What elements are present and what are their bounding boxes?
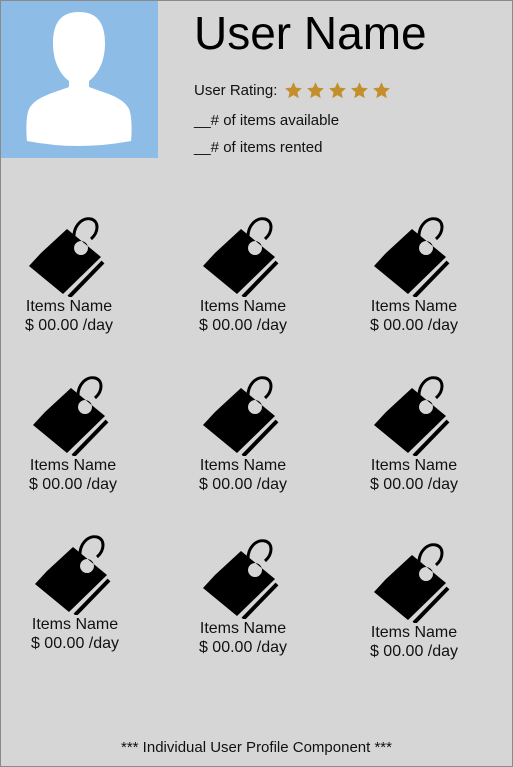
price-tag-icon [33, 376, 109, 456]
item-name: Items Name [199, 457, 287, 474]
item-card[interactable]: Items Name $ 00.00 /day [0, 215, 139, 335]
star-icon [329, 81, 347, 98]
item-price: $ 00.00 /day [30, 635, 120, 652]
item-price: $ 00.00 /day [369, 643, 459, 660]
item-name: Items Name [199, 620, 287, 637]
items-rented-count: __# of items rented [194, 139, 323, 156]
star-icon [285, 81, 303, 98]
item-name: Items Name [25, 298, 113, 315]
item-price: $ 00.00 /day [369, 317, 459, 334]
avatar[interactable] [1, 1, 158, 158]
user-profile-card: User Name User Rating: __# of items avai… [0, 0, 513, 767]
item-name: Items Name [370, 298, 458, 315]
price-tag-icon [203, 376, 279, 456]
item-price: $ 00.00 /day [198, 317, 288, 334]
item-name: Items Name [31, 616, 119, 633]
item-card[interactable]: Items Name $ 00.00 /day [344, 215, 484, 335]
user-name: User Name [194, 7, 427, 59]
item-card[interactable]: Items Name $ 00.00 /day [344, 541, 484, 661]
items-available-count: __# of items available [194, 112, 340, 129]
item-card[interactable]: Items Name $ 00.00 /day [173, 374, 313, 494]
price-tag-icon [374, 376, 450, 456]
price-tag-icon [374, 543, 450, 623]
footer-caption: *** Individual User Profile Component **… [121, 739, 392, 756]
item-card[interactable]: Items Name $ 00.00 /day [173, 215, 313, 335]
star-icon [351, 81, 369, 98]
price-tag-icon [35, 535, 111, 615]
price-tag-icon [29, 217, 105, 297]
price-tag-icon [374, 217, 450, 297]
rating-label: User Rating: [194, 81, 278, 99]
item-name: Items Name [29, 457, 117, 474]
item-card[interactable]: Items Name $ 00.00 /day [5, 533, 145, 653]
item-name: Items Name [370, 457, 458, 474]
item-name: Items Name [370, 624, 458, 641]
rating-stars [284, 81, 391, 100]
user-silhouette-icon [26, 12, 132, 146]
item-card[interactable]: Items Name $ 00.00 /day [344, 374, 484, 494]
item-card[interactable]: Items Name $ 00.00 /day [173, 537, 313, 657]
star-icon [373, 81, 391, 98]
user-rating: User Rating: [194, 79, 391, 101]
item-price: $ 00.00 /day [198, 639, 288, 656]
item-card[interactable]: Items Name $ 00.00 /day [3, 374, 143, 494]
item-price: $ 00.00 /day [24, 317, 114, 334]
item-price: $ 00.00 /day [198, 476, 288, 493]
star-icon [307, 81, 325, 98]
item-name: Items Name [199, 298, 287, 315]
item-price: $ 00.00 /day [28, 476, 118, 493]
price-tag-icon [203, 217, 279, 297]
price-tag-icon [203, 539, 279, 619]
item-price: $ 00.00 /day [369, 476, 459, 493]
